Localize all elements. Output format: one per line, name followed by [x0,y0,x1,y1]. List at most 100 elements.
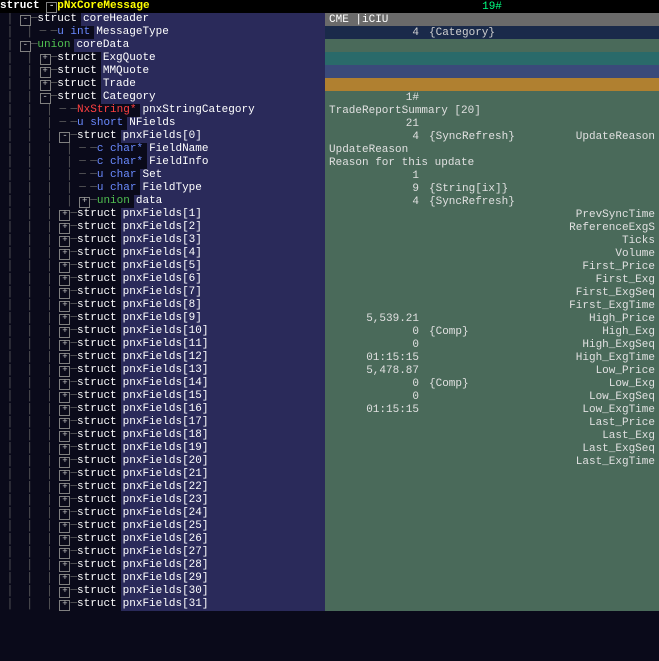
tree-row[interactable]: │ │ │ +─structpnxFields[26] [0,533,325,546]
expand-slot[interactable]: + [79,195,90,208]
expand-slot[interactable]: + [59,234,70,247]
expand-icon[interactable]: + [59,301,70,312]
tree-row[interactable]: │ │ │ +─structpnxFields[23] [0,494,325,507]
expand-slot[interactable]: - [59,130,70,143]
expand-icon[interactable]: + [59,366,70,377]
expand-icon[interactable]: + [59,314,70,325]
expand-slot[interactable]: + [59,351,70,364]
expand-slot[interactable]: + [59,442,70,455]
tree-row[interactable]: │ │ │ +─structpnxFields[22] [0,481,325,494]
tree-row[interactable]: │ │ │ +─structpnxFields[18] [0,429,325,442]
tree-row[interactable]: │ │ │ +─structpnxFields[19] [0,442,325,455]
tree-row[interactable]: │ │ │ +─structpnxFields[24] [0,507,325,520]
expand-slot[interactable]: + [40,52,51,65]
expand-slot[interactable]: + [59,403,70,416]
expand-slot[interactable]: + [59,299,70,312]
expand-icon[interactable]: + [59,210,70,221]
expand-slot[interactable]: + [59,286,70,299]
expand-slot[interactable]: + [59,364,70,377]
tree-row[interactable]: │ │ │ │ ──c char*FieldInfo [0,156,325,169]
tree-row[interactable]: │ │ │ +─structpnxFields[6] [0,273,325,286]
expand-slot[interactable]: + [59,520,70,533]
expand-slot[interactable]: - [20,39,31,52]
expand-icon[interactable]: + [59,392,70,403]
tree-row[interactable]: │ │ │ +─structpnxFields[8] [0,299,325,312]
expand-icon[interactable]: + [59,587,70,598]
expand-icon[interactable]: + [59,236,70,247]
expand-icon[interactable]: + [59,288,70,299]
tree-row[interactable]: │ │ +─structExgQuote [0,52,325,65]
expand-slot[interactable]: - [40,91,51,104]
expand-icon[interactable]: + [59,600,70,611]
tree-row[interactable]: │ │ │ +─structpnxFields[13] [0,364,325,377]
tree-row[interactable]: │ │ -─structCategory [0,91,325,104]
tree-row[interactable]: │ │ │ +─structpnxFields[12] [0,351,325,364]
tree-row[interactable]: │ │ │ +─structpnxFields[28] [0,559,325,572]
expand-icon[interactable]: + [40,80,51,91]
expand-slot[interactable]: + [59,572,70,585]
expand-slot[interactable]: + [40,78,51,91]
expand-slot[interactable]: + [59,546,70,559]
expand-icon[interactable]: + [59,561,70,572]
expand-slot[interactable]: + [40,65,51,78]
expand-icon[interactable]: + [59,418,70,429]
tree-row[interactable]: │ │ │ +─structpnxFields[16] [0,403,325,416]
tree-row[interactable]: │ │ │ +─structpnxFields[5] [0,260,325,273]
expand-slot[interactable]: + [59,338,70,351]
expand-icon[interactable]: + [40,54,51,65]
expand-slot[interactable]: + [59,260,70,273]
expand-slot[interactable]: + [59,455,70,468]
expand-slot[interactable]: + [59,559,70,572]
expand-slot[interactable]: - [20,13,31,26]
expand-icon[interactable]: + [59,444,70,455]
expand-slot[interactable]: + [59,247,70,260]
expand-slot[interactable]: + [59,208,70,221]
tree-row[interactable]: │ │ │ +─structpnxFields[27] [0,546,325,559]
tree-row[interactable]: │ │ │ +─structpnxFields[7] [0,286,325,299]
tree-row[interactable]: │ │ │ +─structpnxFields[29] [0,572,325,585]
expand-slot[interactable]: + [59,416,70,429]
tree-row[interactable]: │ │ │ +─structpnxFields[9] [0,312,325,325]
tree-row[interactable]: │ │ │ │ ──c char*FieldName [0,143,325,156]
expand-icon[interactable]: + [59,483,70,494]
collapse-icon[interactable]: - [59,132,70,143]
expand-slot[interactable]: + [59,429,70,442]
tree-row[interactable]: │ │ │ │ +─uniondata [0,195,325,208]
tree-row[interactable]: │ │ │ │ ──u charFieldType [0,182,325,195]
expand-icon[interactable]: + [59,509,70,520]
collapse-icon[interactable]: - [20,41,31,52]
expand-icon[interactable]: + [59,262,70,273]
tree-row[interactable]: │ │ │ ──NxString*pnxStringCategory [0,104,325,117]
expand-slot[interactable]: + [59,533,70,546]
tree-row[interactable]: │ │ │ ──u shortNFields [0,117,325,130]
tree-row[interactable]: │ │ │ +─structpnxFields[17] [0,416,325,429]
collapse-icon[interactable]: - [40,93,51,104]
expand-slot[interactable]: + [59,598,70,611]
expand-icon[interactable]: + [59,548,70,559]
tree-row[interactable]: │ -─unioncoreData [0,39,325,52]
tree-row[interactable]: │ │ │ +─structpnxFields[1] [0,208,325,221]
tree-row[interactable]: │ │ │ +─structpnxFields[4] [0,247,325,260]
tree-row[interactable]: │ │ +─structMMQuote [0,65,325,78]
tree-row[interactable]: │ │ ──u intMessageType [0,26,325,39]
expand-icon[interactable]: + [59,249,70,260]
tree-row[interactable]: │ │ │ +─structpnxFields[20] [0,455,325,468]
tree-row[interactable]: │ │ +─structTrade [0,78,325,91]
tree-row[interactable]: │ │ │ +─structpnxFields[2] [0,221,325,234]
expand-slot[interactable]: + [59,585,70,598]
expand-icon[interactable]: + [59,405,70,416]
expand-slot[interactable]: + [59,390,70,403]
tree-row[interactable]: │ │ │ +─structpnxFields[3] [0,234,325,247]
collapse-icon[interactable]: - [20,15,31,26]
expand-icon[interactable]: + [59,379,70,390]
expand-icon[interactable]: + [59,275,70,286]
expand-icon[interactable]: + [59,574,70,585]
expand-icon[interactable]: + [40,67,51,78]
expand-slot[interactable]: + [59,325,70,338]
tree-row[interactable]: │ │ │ +─structpnxFields[31] [0,598,325,611]
expand-icon[interactable]: + [59,470,70,481]
tree-row[interactable]: │ -─structcoreHeader [0,13,325,26]
expand-slot[interactable]: + [59,507,70,520]
expand-slot[interactable]: + [59,221,70,234]
tree-row[interactable]: │ │ │ +─structpnxFields[11] [0,338,325,351]
